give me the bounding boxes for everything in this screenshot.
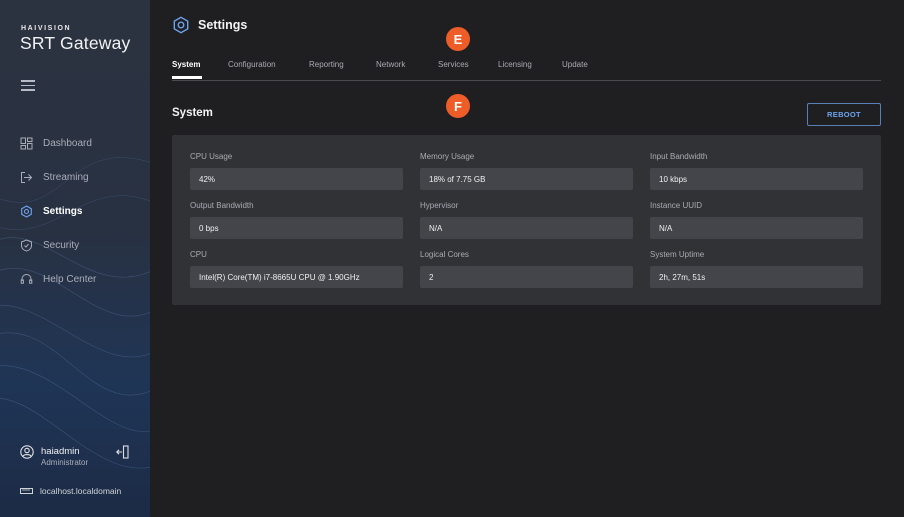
- field-label: System Uptime: [650, 250, 705, 259]
- logout-icon[interactable]: [116, 445, 129, 459]
- sidebar-item-help-center[interactable]: Help Center: [20, 269, 140, 289]
- sidebar-background-waves: [0, 157, 150, 469]
- annotation-badge-f: F: [446, 94, 470, 118]
- dashboard-icon: [20, 137, 33, 150]
- tab-system[interactable]: System: [172, 60, 200, 69]
- field-label: Instance UUID: [650, 201, 703, 210]
- sidebar-item-label: Dashboard: [43, 137, 92, 149]
- tab-licensing[interactable]: Licensing: [498, 60, 532, 69]
- field-value: 18% of 7.75 GB: [420, 168, 633, 190]
- field-output-bandwidth: Output Bandwidth 0 bps: [190, 201, 403, 239]
- page-header: Settings: [172, 16, 247, 34]
- tab-services[interactable]: Services: [438, 60, 469, 69]
- field-input-bandwidth: Input Bandwidth 10 kbps: [650, 152, 863, 190]
- field-label: CPU Usage: [190, 152, 233, 161]
- sidebar-item-label: Streaming: [43, 171, 89, 183]
- user-avatar-icon: [20, 445, 34, 459]
- field-value: 42%: [190, 168, 403, 190]
- field-value: 2h, 27m, 51s: [650, 266, 863, 288]
- field-label: Logical Cores: [420, 250, 469, 259]
- section-title: System: [172, 107, 213, 119]
- field-value: N/A: [420, 217, 633, 239]
- field-system-uptime: System Uptime 2h, 27m, 51s: [650, 250, 863, 288]
- field-cpu-usage: CPU Usage 42%: [190, 152, 403, 190]
- settings-tabs: System Configuration Reporting Network S…: [172, 56, 881, 81]
- help-icon: [20, 273, 33, 286]
- sidebar-item-label: Help Center: [43, 273, 97, 285]
- sidebar-item-streaming[interactable]: Streaming: [20, 167, 140, 187]
- streaming-icon: [20, 171, 33, 184]
- field-label: CPU: [190, 250, 207, 259]
- field-hypervisor: Hypervisor N/A: [420, 201, 633, 239]
- host-info: localhost.localdomain: [20, 486, 121, 496]
- page-title: Settings: [198, 18, 248, 32]
- field-memory-usage: Memory Usage 18% of 7.75 GB: [420, 152, 633, 190]
- field-label: Output Bandwidth: [190, 201, 254, 210]
- user-role: Administrator: [41, 458, 89, 467]
- menu-toggle-icon[interactable]: [21, 80, 35, 91]
- sidebar-item-security[interactable]: Security: [20, 235, 140, 255]
- brand-company: HAIVISION: [21, 25, 72, 32]
- field-instance-uuid: Instance UUID N/A: [650, 201, 863, 239]
- field-label: Memory Usage: [420, 152, 475, 161]
- field-logical-cores: Logical Cores 2: [420, 250, 633, 288]
- sidebar: HAIVISION SRT Gateway Dashboard Streamin…: [0, 0, 150, 517]
- sidebar-item-dashboard[interactable]: Dashboard: [20, 133, 140, 153]
- user-name: haiadmin: [41, 446, 80, 457]
- tab-reporting[interactable]: Reporting: [309, 60, 344, 69]
- sidebar-item-label: Security: [43, 239, 80, 251]
- field-label: Hypervisor: [420, 201, 459, 210]
- user-panel: haiadmin Administrator: [20, 444, 135, 472]
- field-value: Intel(R) Core(TM) i7-8665U CPU @ 1.90GHz: [190, 266, 403, 288]
- field-cpu: CPU Intel(R) Core(TM) i7-8665U CPU @ 1.9…: [190, 250, 403, 288]
- host-name: localhost.localdomain: [40, 486, 122, 496]
- annotation-badge-e: E: [446, 27, 470, 51]
- shield-icon: [20, 238, 33, 252]
- tab-configuration[interactable]: Configuration: [228, 60, 276, 69]
- sidebar-item-settings[interactable]: Settings: [20, 201, 140, 221]
- gear-icon: [20, 204, 33, 218]
- sidebar-item-label: Settings: [43, 205, 83, 217]
- field-value: N/A: [650, 217, 863, 239]
- tab-update[interactable]: Update: [562, 60, 588, 69]
- server-icon: [20, 488, 33, 494]
- field-value: 10 kbps: [650, 168, 863, 190]
- system-info-panel: CPU Usage 42% Memory Usage 18% of 7.75 G…: [172, 135, 881, 305]
- reboot-button[interactable]: REBOOT: [807, 103, 881, 126]
- gear-icon: [173, 16, 189, 34]
- field-value: 0 bps: [190, 217, 403, 239]
- field-value: 2: [420, 266, 633, 288]
- active-tab-indicator: [172, 76, 202, 79]
- field-label: Input Bandwidth: [650, 152, 708, 161]
- brand-product: SRT Gateway: [20, 33, 131, 53]
- tab-network[interactable]: Network: [376, 60, 405, 69]
